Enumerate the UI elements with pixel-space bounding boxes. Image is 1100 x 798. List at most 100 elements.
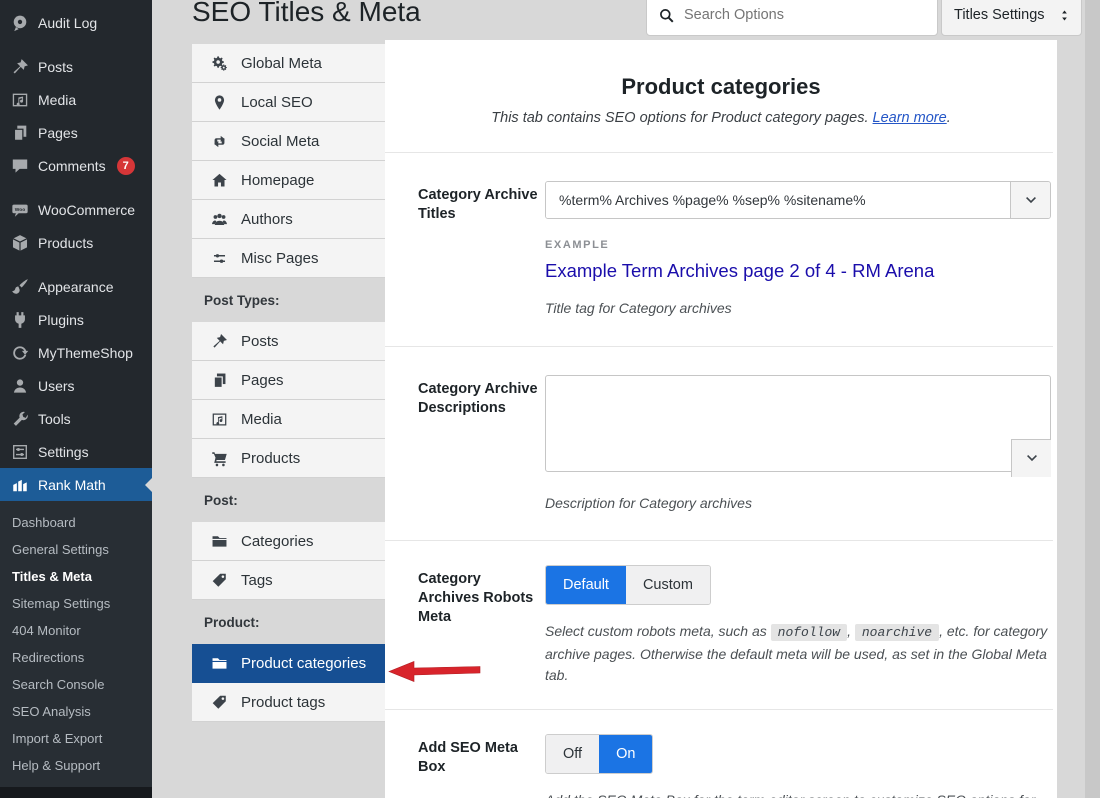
menu-item-label: Rank Math [38, 477, 106, 493]
tab-posts[interactable]: Posts [192, 322, 385, 361]
tab-misc-pages[interactable]: Misc Pages [192, 239, 385, 278]
menu-item-label: Products [38, 235, 93, 251]
submenu-item-help-support[interactable]: Help & Support [0, 752, 152, 779]
submenu-item-redirections[interactable]: Redirections [0, 644, 152, 671]
comments-icon [11, 157, 29, 175]
home-icon [211, 172, 228, 189]
search-options-input[interactable] [684, 7, 926, 23]
tab-pages[interactable]: Pages [192, 361, 385, 400]
learn-more-link[interactable]: Learn more [873, 110, 947, 126]
field-help: Title tag for Category archives [545, 298, 1051, 320]
tab-local-seo[interactable]: Local SEO [192, 83, 385, 122]
rank-math-submenu: DashboardGeneral SettingsTitles & MetaSi… [0, 501, 152, 789]
chevron-down-icon [1024, 450, 1040, 466]
menu-item-label: Posts [38, 59, 73, 75]
sliders-icon [11, 443, 29, 461]
tab-label: Products [241, 450, 300, 467]
submenu-item-dashboard[interactable]: Dashboard [0, 509, 152, 536]
menu-item-plugins[interactable]: Plugins [0, 303, 152, 336]
menu-item-mythemeshop[interactable]: MyThemeShop [0, 336, 152, 369]
refresh-icon [11, 344, 29, 362]
menu-item-posts[interactable]: Posts [0, 50, 152, 83]
tab-label: Homepage [241, 172, 314, 189]
search-options-box [646, 0, 938, 36]
tab-product-categories[interactable]: Product categories [192, 644, 385, 683]
variables-dropdown-button[interactable] [1010, 182, 1050, 218]
meta-box-option-on[interactable]: On [599, 735, 652, 773]
robots-meta-option-custom[interactable]: Custom [626, 566, 710, 604]
search-icon [658, 7, 675, 24]
archive-descriptions-textarea[interactable] [545, 375, 1051, 472]
meta-box-option-off[interactable]: Off [546, 735, 599, 773]
menu-item-media[interactable]: Media [0, 83, 152, 116]
pages-icon [11, 124, 29, 142]
settings-panel: Product categories This tab contains SEO… [385, 40, 1057, 798]
scrollbar-track[interactable] [1085, 0, 1100, 798]
menu-item-rank-math[interactable]: Rank Math [0, 468, 152, 501]
submenu-item-search-console[interactable]: Search Console [0, 671, 152, 698]
menu-item-audit-log[interactable]: Audit Log [0, 6, 152, 39]
submenu-item-import-export[interactable]: Import & Export [0, 725, 152, 752]
tab-label: Global Meta [241, 55, 322, 72]
menu-item-woocommerce[interactable]: WooWooCommerce [0, 193, 152, 226]
tab-label: Tags [241, 572, 273, 589]
tab-tags[interactable]: Tags [192, 561, 385, 600]
submenu-item-sitemap-settings[interactable]: Sitemap Settings [0, 590, 152, 617]
menu-item-products[interactable]: Products [0, 226, 152, 259]
menu-item-comments[interactable]: Comments7 [0, 149, 152, 182]
submenu-item-404-monitor[interactable]: 404 Monitor [0, 617, 152, 644]
tune-icon [211, 250, 228, 267]
tab-label: Misc Pages [241, 250, 319, 267]
menu-item-users[interactable]: Users [0, 369, 152, 402]
menu-separator [0, 39, 152, 50]
tab-media[interactable]: Media [192, 400, 385, 439]
variables-dropdown-button[interactable] [1011, 439, 1051, 477]
field-help: Description for Category archives [545, 493, 1051, 515]
tab-homepage[interactable]: Homepage [192, 161, 385, 200]
cart-icon [211, 450, 228, 467]
robots-meta-toggle: DefaultCustom [545, 565, 711, 605]
menu-item-pages[interactable]: Pages [0, 116, 152, 149]
tab-label: Authors [241, 211, 293, 228]
map-pin-icon [211, 94, 228, 111]
select-updown-icon [1058, 9, 1071, 22]
annotation-arrow [388, 660, 481, 682]
menu-item-label: Comments [38, 158, 106, 174]
tab-label: Product categories [241, 655, 366, 672]
menu-item-settings[interactable]: Settings [0, 435, 152, 468]
help-text: , [847, 623, 855, 639]
tab-label: Social Meta [241, 133, 319, 150]
wrench-icon [11, 410, 29, 428]
tab-label: Local SEO [241, 94, 313, 111]
retweet-icon [211, 133, 228, 150]
tab-label: Media [241, 411, 282, 428]
tab-products[interactable]: Products [192, 439, 385, 478]
submenu-item-titles-meta[interactable]: Titles & Meta [0, 563, 152, 590]
robots-meta-option-default[interactable]: Default [546, 566, 626, 604]
folder-icon [211, 655, 228, 672]
menu-item-appearance[interactable]: Appearance [0, 270, 152, 303]
tab-global-meta[interactable]: Global Meta [192, 44, 385, 83]
row-category-archive-descriptions: Category Archive Descriptions Descriptio… [385, 346, 1053, 541]
menu-item-label: Media [38, 92, 76, 108]
tab-product-tags[interactable]: Product tags [192, 683, 385, 722]
menu-item-label: Audit Log [38, 15, 97, 31]
settings-section-select[interactable]: Titles Settings [941, 0, 1082, 36]
media-icon [11, 91, 29, 109]
tab-categories[interactable]: Categories [192, 522, 385, 561]
menu-item-label: Users [38, 378, 75, 394]
tab-social-meta[interactable]: Social Meta [192, 122, 385, 161]
tab-section-header-post-types: Post Types: [192, 278, 385, 322]
archive-titles-input[interactable] [546, 182, 1010, 218]
submenu-item-seo-analysis[interactable]: SEO Analysis [0, 698, 152, 725]
tab-section-header-post: Post: [192, 478, 385, 522]
menu-item-label: Plugins [38, 312, 84, 328]
tag-icon [211, 572, 228, 589]
tab-authors[interactable]: Authors [192, 200, 385, 239]
menu-item-tools[interactable]: Tools [0, 402, 152, 435]
submenu-item-general-settings[interactable]: General Settings [0, 536, 152, 563]
page-title: SEO Titles & Meta [192, 0, 421, 32]
menu-separator [0, 182, 152, 193]
code-nofollow: nofollow [771, 624, 847, 641]
gears-icon [211, 55, 228, 72]
